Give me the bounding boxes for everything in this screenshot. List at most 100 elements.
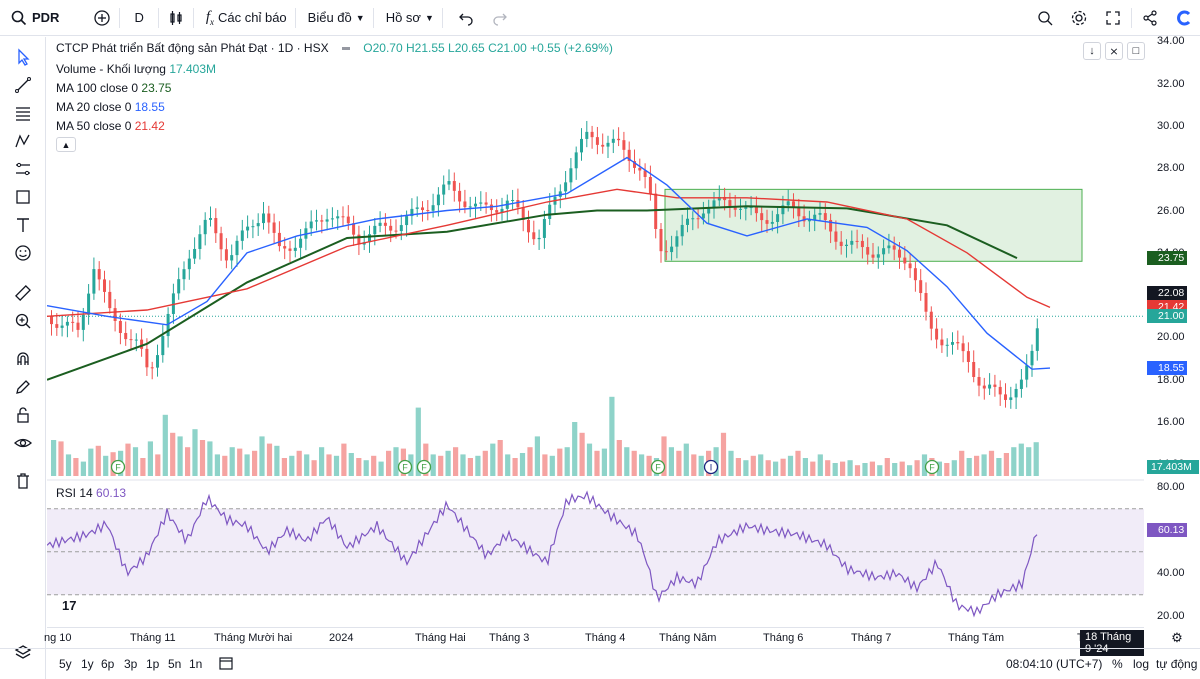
symbol-search[interactable]: PDR: [0, 0, 67, 36]
volume-bar: [289, 455, 295, 476]
text-tool[interactable]: [11, 213, 35, 237]
range-5y[interactable]: 5y: [59, 657, 72, 671]
tradingview-logo[interactable]: 17: [62, 598, 76, 613]
ohlc-low: L20.65: [448, 41, 485, 55]
share-button[interactable]: [1134, 0, 1166, 36]
zoom-tool[interactable]: [11, 309, 35, 333]
compare-button[interactable]: [85, 0, 119, 36]
interval-button[interactable]: D: [120, 0, 157, 36]
candle-body: [235, 240, 239, 256]
ma50-legend[interactable]: MA 50 close 0 21.42: [56, 119, 165, 133]
volume-bar: [319, 447, 325, 476]
volume-legend[interactable]: Volume - Khối lượng 17.403M: [56, 62, 216, 76]
volume-bar: [817, 454, 823, 476]
candle-body: [839, 241, 843, 246]
pattern-tool[interactable]: [11, 129, 35, 153]
range-5n[interactable]: 5n: [168, 657, 181, 671]
time-label: Tháng Năm: [659, 632, 717, 644]
auto-toggle[interactable]: tự động: [1156, 657, 1197, 671]
prediction-tool[interactable]: [11, 157, 35, 181]
candle-body: [251, 226, 255, 228]
magnet-tool[interactable]: [11, 347, 35, 371]
ma20-legend[interactable]: MA 20 close 0 18.55: [56, 100, 165, 114]
chart-canvas[interactable]: FFFFIF: [47, 37, 1144, 627]
price-tag-ma20: 18.55: [1147, 361, 1187, 376]
log-toggle[interactable]: log: [1133, 657, 1149, 671]
candle-body: [140, 339, 144, 349]
undo-button[interactable]: [443, 0, 483, 36]
candle-body: [474, 203, 477, 207]
shape-tool[interactable]: [11, 185, 35, 209]
logo-button[interactable]: [1168, 0, 1200, 36]
redo-button[interactable]: [483, 0, 517, 36]
search-icon: [1038, 11, 1053, 26]
candle-body: [209, 218, 212, 220]
candle-body: [659, 228, 663, 252]
candle-body: [776, 214, 780, 222]
volume-bar: [73, 458, 79, 476]
fullscreen-button[interactable]: [1097, 0, 1129, 36]
profile-menu-button[interactable]: Hồ sơ ▼: [374, 0, 442, 36]
candle-body: [193, 248, 197, 259]
drawing-mode-tool[interactable]: [11, 375, 35, 399]
volume-bar: [639, 454, 645, 476]
volume-bar: [579, 432, 585, 476]
volume-bar: [847, 460, 853, 476]
price-axis[interactable]: 34.0032.0030.0028.0026.0024.0022.0020.00…: [1144, 35, 1200, 627]
range-1y[interactable]: 1y: [81, 657, 94, 671]
measure-tool[interactable]: [11, 281, 35, 305]
candle-body: [654, 193, 658, 229]
range-1p[interactable]: 1p: [146, 657, 159, 671]
candle-body: [548, 204, 552, 219]
symbol-title[interactable]: CTCP Phát triển Bất động sản Phát Đạt · …: [56, 41, 329, 55]
price-tick: 30.00: [1157, 119, 1185, 132]
delete-tool[interactable]: [11, 469, 35, 493]
price-tick: 26.00: [1157, 204, 1185, 217]
range-1n[interactable]: 1n: [189, 657, 202, 671]
candle-body: [834, 231, 838, 242]
search-icon: [11, 10, 27, 25]
chart-menu-button[interactable]: Biểu đồ ▼: [296, 0, 373, 36]
volume-bar: [549, 455, 555, 476]
trendline-tool[interactable]: [11, 73, 35, 97]
move-down-button[interactable]: ↓: [1083, 42, 1101, 60]
candle-body: [564, 182, 568, 192]
percent-toggle[interactable]: %: [1112, 657, 1123, 671]
ma20-legend-value: 18.55: [134, 100, 165, 114]
volume-bar: [884, 458, 890, 476]
candle-body: [161, 336, 165, 356]
ma100-legend[interactable]: MA 100 close 0 23.75: [56, 81, 171, 95]
time-axis[interactable]: ng 10 Tháng 11 Tháng Mười hai 2024 Tháng Hai…: [44, 627, 1144, 656]
settings-button[interactable]: [1063, 0, 1095, 36]
range-3p[interactable]: 3p: [124, 657, 137, 671]
volume-bar: [125, 443, 131, 476]
volume-bar: [162, 414, 168, 476]
candle-body: [590, 131, 594, 138]
clock-label[interactable]: 08:04:10 (UTC+7): [1006, 657, 1102, 671]
volume-bar: [944, 463, 950, 476]
range-6p[interactable]: 6p: [101, 657, 114, 671]
candle-body: [977, 376, 981, 386]
candle-body: [961, 343, 965, 352]
maximize-pane-button[interactable]: □: [1127, 42, 1145, 60]
axis-settings-button[interactable]: ⚙: [1166, 628, 1188, 648]
chart-type-button[interactable]: [159, 0, 193, 36]
rsi-legend[interactable]: RSI 14 60.13: [56, 486, 126, 500]
cursor-tool[interactable]: [11, 45, 35, 69]
collapse-legend-button[interactable]: ▲: [56, 137, 76, 152]
candle-body: [1014, 388, 1018, 398]
volume-bar: [207, 441, 213, 476]
volume-bar: [185, 447, 191, 476]
quick-search-button[interactable]: [1029, 0, 1061, 36]
visibility-tool[interactable]: [11, 431, 35, 455]
chevron-up-icon: ▲: [61, 139, 71, 150]
volume-bar: [854, 465, 861, 476]
lock-tool[interactable]: [11, 403, 35, 427]
candle-body: [611, 138, 615, 143]
fib-tool[interactable]: [11, 101, 35, 125]
collapse-pane-button[interactable]: ⨯: [1105, 42, 1123, 60]
indicators-button[interactable]: fx Các chỉ báo: [194, 0, 295, 36]
emoji-tool[interactable]: [11, 241, 35, 265]
candle-body: [516, 200, 520, 208]
goto-date-button[interactable]: [218, 655, 234, 674]
